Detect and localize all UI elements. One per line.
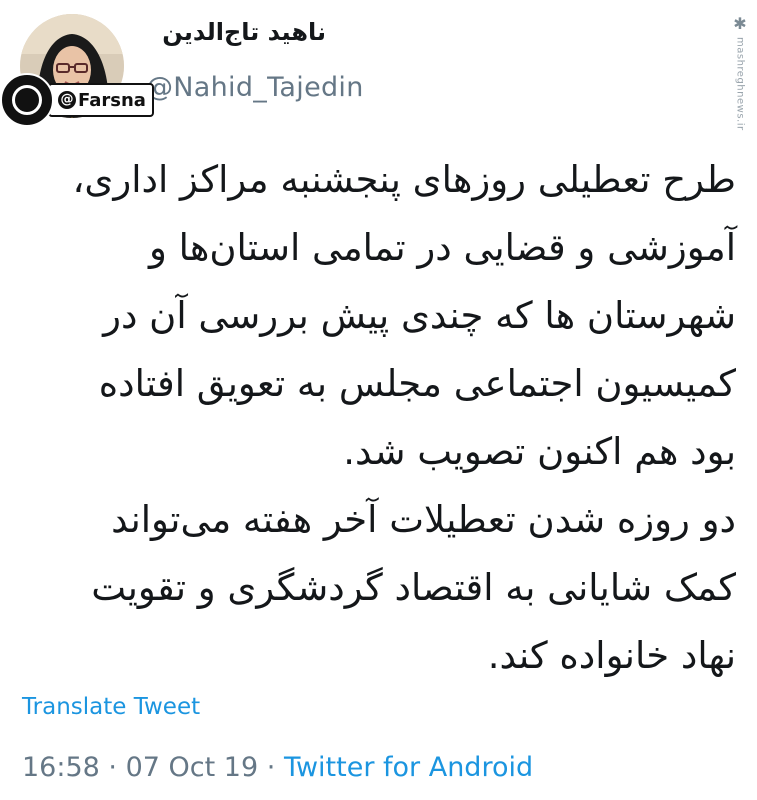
farsna-tag: @ Farsna	[48, 83, 154, 117]
tweet-text-line: آموزشی و قضایی در تمامی استان‌ها و	[148, 226, 736, 269]
meta-separator: ·	[108, 752, 117, 783]
tweet-text-line: طرح تعطیلی روزهای پنجشنبه مراکز اداری،	[72, 158, 736, 201]
meta-separator: ·	[266, 752, 276, 783]
side-watermark: ✱ mashreghnews.ir	[727, 14, 753, 164]
tweet-text-line: بود هم اکنون تصویب شد.	[343, 430, 736, 473]
tweet-source-link[interactable]: Twitter for Android	[284, 752, 533, 783]
tweet-text-line: نهاد خانواده کند.	[487, 634, 736, 677]
mashregh-logo-icon: ✱	[733, 14, 747, 33]
tweet-text-line: کمیسیون اجتماعی مجلس به تعویق افتاده	[98, 362, 736, 405]
farsna-logo-icon	[0, 73, 54, 127]
author-handle[interactable]: @Nahid_Tajedin	[146, 72, 364, 103]
tweet-text-line: دو روزه شدن تعطیلات آخر هفته می‌تواند	[111, 498, 736, 541]
author-display-name[interactable]: ناهید تاج‌الدین	[146, 18, 326, 46]
tweet-meta: 16:58 · 07 Oct 19 · Twitter for Android	[22, 752, 533, 783]
farsna-watermark: @ Farsna	[0, 73, 154, 127]
tweet-text: طرح تعطیلی روزهای پنجشنبه مراکز اداری، آ…	[20, 146, 736, 690]
translate-tweet-link[interactable]: Translate Tweet	[22, 694, 200, 720]
tweet-time: 16:58	[22, 752, 100, 783]
at-icon: @	[58, 91, 76, 109]
farsna-label: Farsna	[78, 89, 146, 111]
tweet-date[interactable]: 07 Oct 19	[126, 752, 259, 783]
tweet-card: @ Farsna ناهید تاج‌الدین @Nahid_Tajedin …	[0, 0, 757, 800]
tweet-text-line: شهرستان ها که چندی پیش بررسی آن در	[103, 294, 736, 337]
tweet-text-line: کمک شایانی به اقتصاد گردشگری و تقویت	[91, 566, 736, 609]
side-watermark-text: mashreghnews.ir	[734, 37, 746, 131]
